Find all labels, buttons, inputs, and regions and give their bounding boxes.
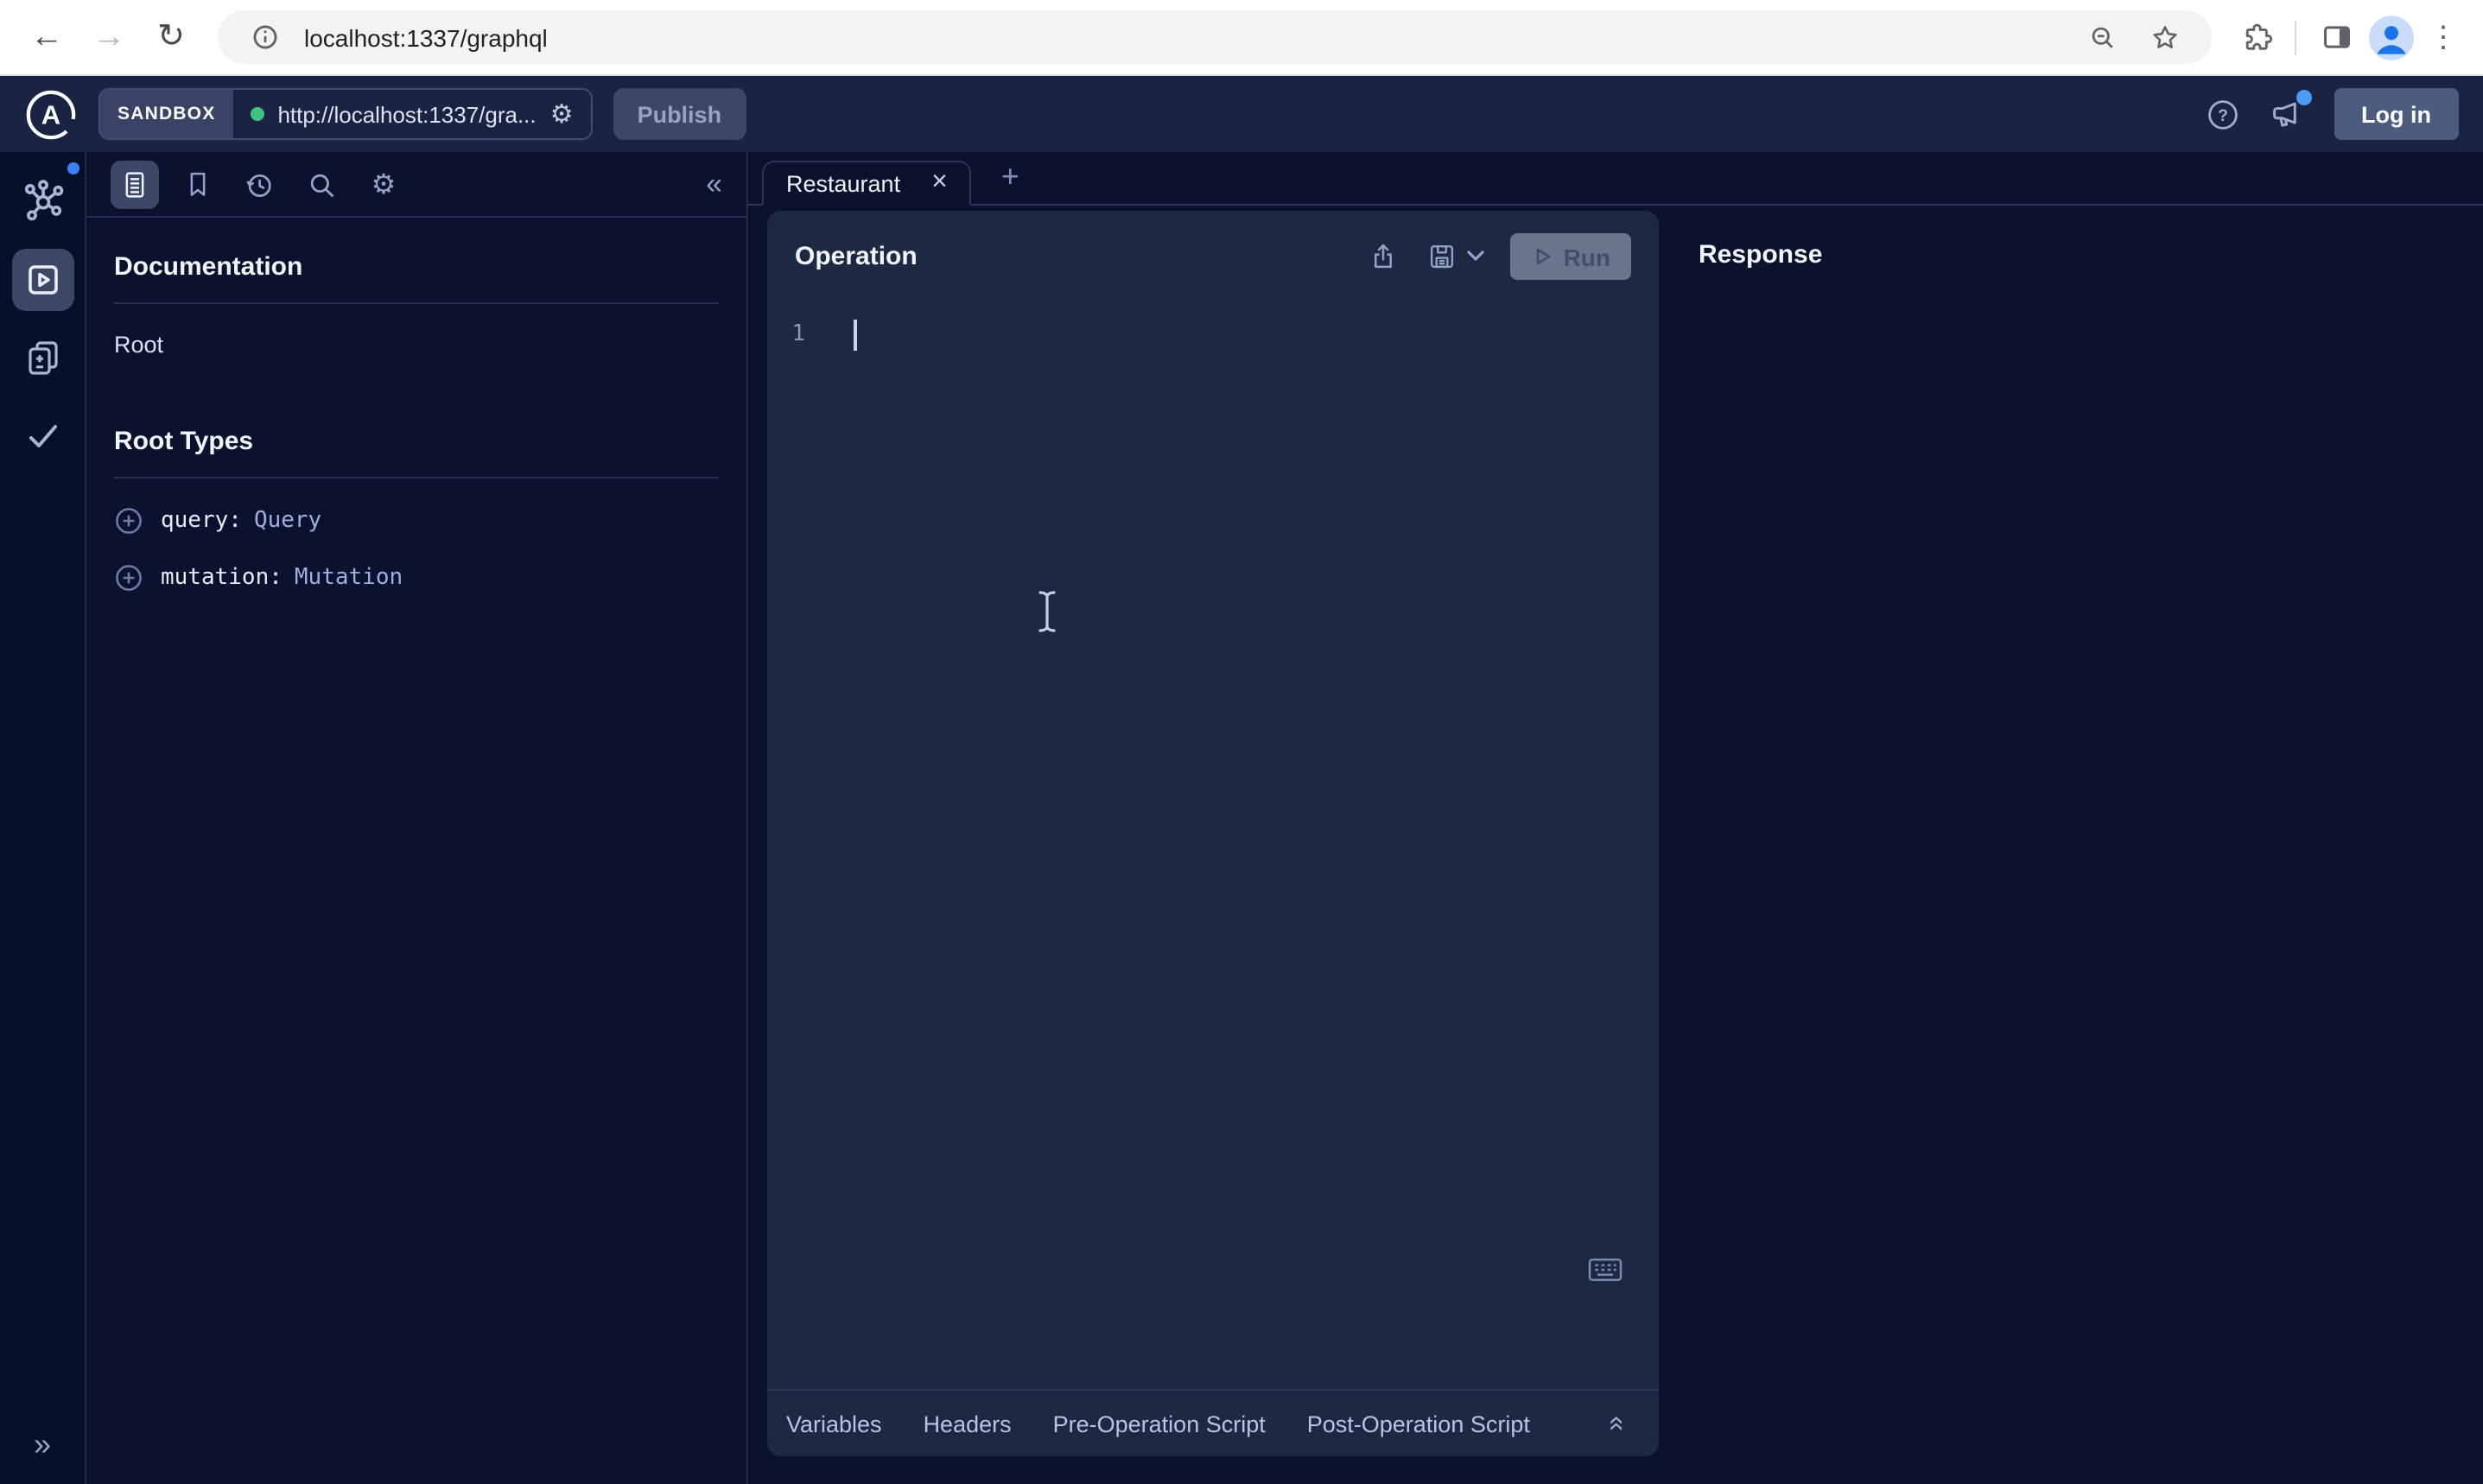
editor-line-1: 1	[767, 318, 1659, 352]
help-icon[interactable]: ?	[2204, 96, 2240, 132]
saved-operations-bookmark-icon[interactable]	[173, 160, 221, 208]
search-icon[interactable]	[297, 160, 346, 208]
docs-divider	[114, 477, 719, 479]
query-field-row[interactable]: query:Query	[114, 506, 719, 536]
mouse-ibeam-cursor	[1035, 589, 1059, 634]
save-operation-control[interactable]	[1426, 240, 1484, 273]
svg-text:A: A	[41, 99, 60, 130]
announcements-megaphone-icon[interactable]	[2268, 95, 2306, 133]
settings-gear-icon[interactable]: ⚙	[359, 160, 408, 208]
save-menu-chevron-down-icon[interactable]	[1467, 251, 1484, 263]
query-field-label: query:Query	[161, 508, 321, 534]
collapse-docs-panel-icon[interactable]: «	[706, 167, 722, 201]
app-root: ← → ↻ localhost:1337/graphql	[0, 0, 2483, 1484]
expand-sidebar-icon[interactable]: »	[0, 1427, 85, 1463]
page-zoom-icon[interactable]	[2080, 15, 2125, 60]
expand-footer-panel-icon[interactable]: »	[1601, 1416, 1632, 1431]
bookmark-star-icon[interactable]	[2143, 15, 2188, 60]
svg-text:?: ?	[2217, 106, 2227, 124]
main-area: Restaurant × + Operation	[748, 152, 2483, 1484]
footer-tab-post-operation-script[interactable]: Post-Operation Script	[1307, 1411, 1530, 1436]
text-caret	[854, 320, 857, 351]
explorer-icon[interactable]	[11, 249, 73, 311]
docs-toolbar: ⚙ «	[86, 152, 746, 218]
keyboard-shortcuts-icon[interactable]	[1586, 1254, 1624, 1285]
history-icon[interactable]	[235, 160, 283, 208]
checks-icon[interactable]	[22, 415, 63, 456]
publish-button[interactable]: Publish	[613, 88, 746, 140]
run-button[interactable]: Run	[1510, 233, 1631, 280]
browser-menu-icon[interactable]: ⋮	[2424, 20, 2462, 54]
browser-address-bar[interactable]: localhost:1337/graphql	[218, 10, 2212, 64]
site-info-icon[interactable]	[242, 15, 287, 60]
graph-schema-icon[interactable]	[20, 178, 65, 223]
save-icon[interactable]	[1426, 240, 1458, 273]
operation-actions: Run	[1367, 233, 1631, 280]
browser-toolbar: ← → ↻ localhost:1337/graphql	[0, 0, 2483, 76]
root-types-title: Root Types	[114, 427, 719, 456]
documentation-tab-icon[interactable]	[111, 160, 159, 208]
footer-tab-variables[interactable]: Variables	[786, 1411, 882, 1436]
address-bar-url: localhost:1337/graphql	[304, 23, 548, 51]
browser-back-button[interactable]: ←	[21, 11, 73, 63]
operation-header: Operation	[767, 211, 1659, 295]
new-tab-icon[interactable]: +	[1001, 158, 1019, 194]
line-number: 1	[767, 318, 819, 352]
documentation-panel: ⚙ « Documentation Root Root Types query:…	[86, 152, 748, 1484]
run-button-label: Run	[1564, 243, 1610, 270]
workspace: »	[0, 152, 2483, 1484]
response-panel: Response	[1686, 211, 2483, 1456]
operation-footer-bar: Variables Headers Pre-Operation Script P…	[767, 1389, 1659, 1456]
content-row: Operation	[748, 206, 2483, 1484]
operation-editor[interactable]: 1	[767, 295, 1659, 1389]
header-right-group: ? Log in	[2204, 88, 2459, 140]
tab-restaurant[interactable]: Restaurant ×	[762, 161, 972, 206]
changelog-icon[interactable]	[22, 337, 63, 378]
extensions-icon[interactable]	[2232, 15, 2277, 60]
mutation-field-label: mutation:Mutation	[161, 565, 403, 591]
tab-label: Restaurant	[786, 170, 900, 196]
docs-divider	[114, 302, 719, 304]
operation-tab-bar: Restaurant × +	[748, 152, 2483, 206]
root-link[interactable]: Root	[114, 332, 163, 358]
announcement-notification-dot	[2296, 90, 2311, 105]
browser-profile-avatar[interactable]	[2369, 15, 2414, 60]
operation-panel: Operation	[767, 211, 1659, 1456]
side-panel-icon[interactable]	[2314, 15, 2359, 60]
footer-tab-headers[interactable]: Headers	[924, 1411, 1012, 1436]
response-title: Response	[1699, 240, 1822, 270]
browser-reload-button[interactable]: ↻	[145, 11, 197, 63]
docs-content: Documentation Root Root Types query:Quer…	[86, 218, 746, 627]
add-query-icon[interactable]	[114, 506, 143, 536]
mutation-field-row[interactable]: mutation:Mutation	[114, 563, 719, 593]
apollo-header: A SANDBOX http://localhost:1337/gra... ⚙…	[0, 76, 2483, 152]
apollo-logo[interactable]: A	[24, 87, 78, 141]
browser-forward-button[interactable]: →	[83, 11, 135, 63]
endpoint-control: SANDBOX http://localhost:1337/gra... ⚙	[98, 88, 593, 140]
toolbar-divider	[2295, 20, 2296, 54]
add-mutation-icon[interactable]	[114, 563, 143, 593]
schema-notification-dot	[67, 162, 79, 174]
login-button[interactable]: Log in	[2334, 88, 2459, 140]
share-icon[interactable]	[1367, 240, 1400, 273]
operation-title: Operation	[795, 242, 918, 271]
docs-title: Documentation	[114, 252, 719, 282]
endpoint-url-field[interactable]: http://localhost:1337/gra... ⚙	[232, 90, 590, 138]
close-tab-icon[interactable]: ×	[931, 169, 948, 197]
connection-settings-gear-icon[interactable]: ⚙	[550, 101, 574, 127]
endpoint-url-text: http://localhost:1337/gra...	[277, 101, 536, 127]
activity-bar: »	[0, 152, 86, 1484]
footer-tab-pre-operation-script[interactable]: Pre-Operation Script	[1053, 1411, 1266, 1436]
connection-status-dot	[250, 107, 264, 121]
sandbox-badge: SANDBOX	[100, 90, 232, 138]
